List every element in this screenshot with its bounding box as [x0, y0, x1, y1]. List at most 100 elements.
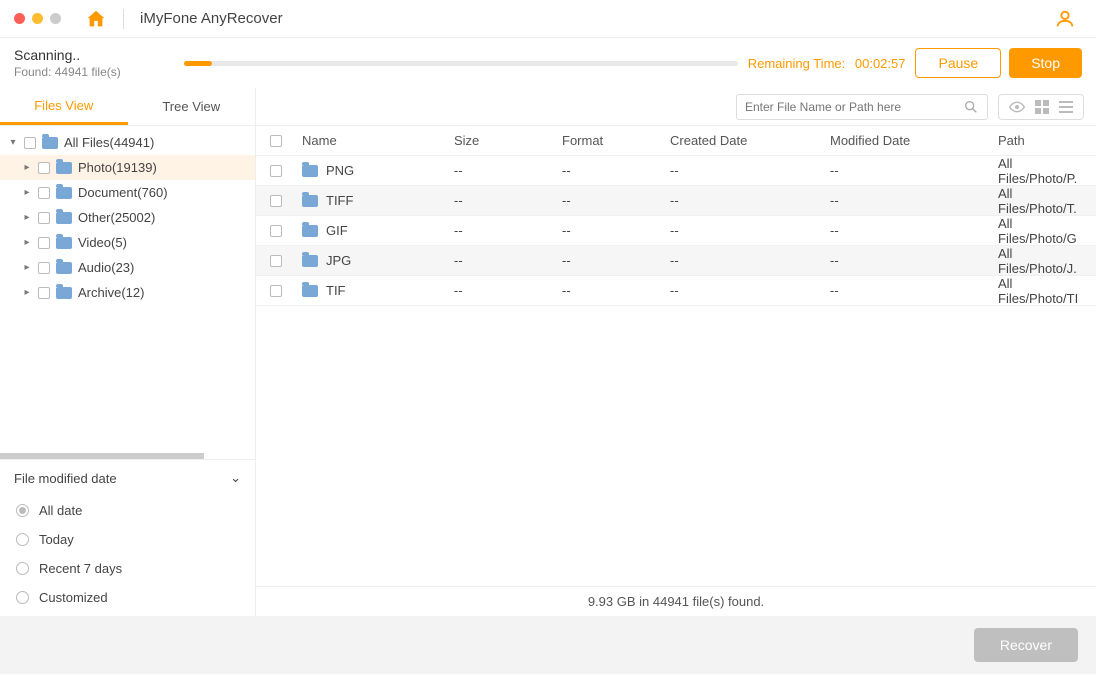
file-table: Name Size Format Created Date Modified D…	[256, 126, 1096, 586]
tab-files-view[interactable]: Files View	[0, 88, 128, 125]
select-all-checkbox[interactable]	[270, 135, 282, 147]
column-header-name[interactable]: Name	[296, 133, 454, 148]
account-button[interactable]	[1054, 8, 1076, 30]
row-modified: --	[830, 283, 998, 298]
tree-label: Video(5)	[78, 235, 127, 250]
row-created: --	[670, 223, 830, 238]
tree-item-other[interactable]: Other(25002)	[0, 205, 255, 230]
tree-label: Audio(23)	[78, 260, 134, 275]
row-format: --	[562, 223, 670, 238]
progress-track	[184, 61, 738, 66]
column-header-format[interactable]: Format	[562, 133, 670, 148]
row-name: JPG	[326, 253, 351, 268]
folder-icon	[302, 165, 318, 177]
titlebar: iMyFone AnyRecover	[0, 0, 1096, 38]
minimize-window-button[interactable]	[32, 13, 43, 24]
table-row[interactable]: PNG--------All Files/Photo/P.	[256, 156, 1096, 186]
column-header-path[interactable]: Path	[998, 133, 1096, 148]
chevron-down-icon[interactable]	[8, 137, 18, 148]
row-name: PNG	[326, 163, 354, 178]
row-path: All Files/Photo/P.	[998, 156, 1096, 186]
radio-icon[interactable]	[16, 591, 29, 604]
search-box[interactable]	[736, 94, 988, 120]
row-created: --	[670, 193, 830, 208]
row-checkbox[interactable]	[270, 285, 282, 297]
list-icon[interactable]	[1059, 101, 1073, 113]
row-checkbox[interactable]	[270, 195, 282, 207]
row-format: --	[562, 253, 670, 268]
tree-item-archive[interactable]: Archive(12)	[0, 280, 255, 305]
checkbox[interactable]	[38, 287, 50, 299]
recover-button[interactable]: Recover	[974, 628, 1078, 662]
window-controls	[14, 13, 61, 24]
checkbox[interactable]	[24, 137, 36, 149]
filter-option-all[interactable]: All date	[14, 496, 241, 525]
row-size: --	[454, 193, 562, 208]
filter-option-custom[interactable]: Customized	[14, 583, 241, 612]
table-header: Name Size Format Created Date Modified D…	[256, 126, 1096, 156]
filter-option-recent[interactable]: Recent 7 days	[14, 554, 241, 583]
checkbox[interactable]	[38, 262, 50, 274]
user-icon	[1054, 8, 1076, 30]
table-row[interactable]: TIFF--------All Files/Photo/T.	[256, 186, 1096, 216]
checkbox[interactable]	[38, 237, 50, 249]
row-created: --	[670, 253, 830, 268]
tree-item-audio[interactable]: Audio(23)	[0, 255, 255, 280]
separator	[123, 9, 124, 29]
row-name: TIF	[326, 283, 346, 298]
checkbox[interactable]	[38, 212, 50, 224]
chevron-right-icon[interactable]	[22, 162, 32, 173]
folder-icon	[302, 285, 318, 297]
folder-icon	[56, 287, 72, 299]
filter-title: File modified date	[14, 471, 117, 486]
radio-checked-icon[interactable]	[16, 504, 29, 517]
folder-icon	[302, 255, 318, 267]
status-footer: 9.93 GB in 44941 file(s) found.	[256, 586, 1096, 616]
chevron-right-icon[interactable]	[22, 237, 32, 248]
tree-item-video[interactable]: Video(5)	[0, 230, 255, 255]
row-checkbox[interactable]	[270, 255, 282, 267]
chevron-right-icon[interactable]	[22, 287, 32, 298]
pause-button[interactable]: Pause	[915, 48, 1001, 78]
stop-button[interactable]: Stop	[1009, 48, 1082, 78]
grid-icon[interactable]	[1035, 100, 1049, 114]
search-input[interactable]	[745, 100, 963, 114]
row-checkbox[interactable]	[270, 165, 282, 177]
row-format: --	[562, 283, 670, 298]
tree-item-all-files[interactable]: All Files(44941)	[0, 130, 255, 155]
chevron-right-icon[interactable]	[22, 262, 32, 273]
tree-item-photo[interactable]: Photo(19139)	[0, 155, 255, 180]
tree-item-document[interactable]: Document(760)	[0, 180, 255, 205]
checkbox[interactable]	[38, 162, 50, 174]
chevron-right-icon[interactable]	[22, 212, 32, 223]
tree-label: Document(760)	[78, 185, 168, 200]
filter-panel: File modified date ⌄ All date Today Rece…	[0, 459, 255, 616]
table-row[interactable]: GIF--------All Files/Photo/G	[256, 216, 1096, 246]
filter-label: Customized	[39, 590, 108, 605]
search-icon[interactable]	[963, 99, 979, 115]
column-header-modified[interactable]: Modified Date	[830, 133, 998, 148]
close-window-button[interactable]	[14, 13, 25, 24]
eye-icon[interactable]	[1009, 101, 1025, 113]
filter-header[interactable]: File modified date ⌄	[14, 470, 241, 486]
tab-tree-view[interactable]: Tree View	[128, 88, 256, 125]
column-header-size[interactable]: Size	[454, 133, 562, 148]
tree-label: All Files(44941)	[64, 135, 154, 150]
row-name: TIFF	[326, 193, 353, 208]
radio-icon[interactable]	[16, 533, 29, 546]
row-name: GIF	[326, 223, 348, 238]
remaining-label: Remaining Time:	[748, 56, 846, 71]
scan-status: Scanning..	[14, 47, 184, 63]
chevron-right-icon[interactable]	[22, 187, 32, 198]
column-header-created[interactable]: Created Date	[670, 133, 830, 148]
home-button[interactable]	[85, 8, 107, 30]
view-mode-toggle[interactable]	[998, 94, 1084, 120]
radio-icon[interactable]	[16, 562, 29, 575]
filter-option-today[interactable]: Today	[14, 525, 241, 554]
table-row[interactable]: TIF--------All Files/Photo/TI	[256, 276, 1096, 306]
maximize-window-button[interactable]	[50, 13, 61, 24]
checkbox[interactable]	[38, 187, 50, 199]
table-row[interactable]: JPG--------All Files/Photo/J.	[256, 246, 1096, 276]
sidebar: Files View Tree View All Files(44941) Ph…	[0, 88, 256, 616]
row-checkbox[interactable]	[270, 225, 282, 237]
